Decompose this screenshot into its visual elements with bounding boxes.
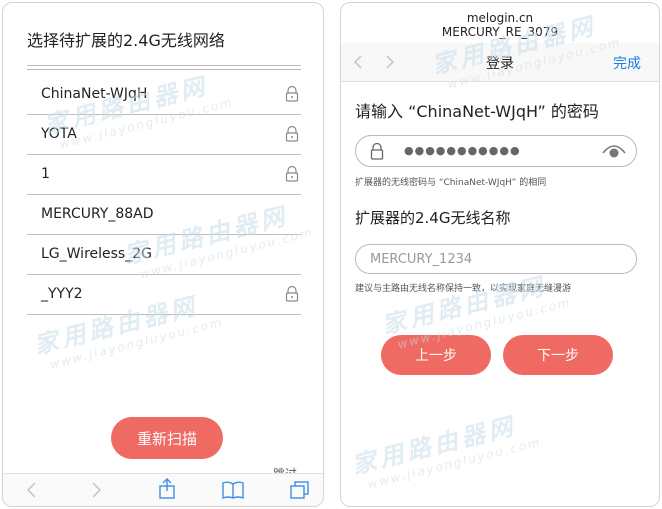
next-step-button[interactable]: 下一步	[503, 335, 613, 375]
wifi-list-screen: 选择待扩展的2.4G无线网络 ChinaNet-WJqH YOTA 1 MERCURY…	[2, 2, 324, 507]
nav-bar: 登录 完成	[341, 43, 659, 82]
eye-icon[interactable]	[602, 143, 626, 159]
wifi-network-name: 1	[41, 166, 50, 182]
lock-icon	[285, 126, 299, 142]
wifi-network-item[interactable]: 1	[27, 155, 301, 195]
wifi-network-name: _YYY2	[41, 286, 83, 302]
password-field[interactable]: ●●●●●●●●●●●	[355, 135, 637, 167]
password-screen: melogin.cn MERCURY_RE_3079 登录 完成 请输入 “Ch…	[340, 2, 660, 507]
ssid-heading: 扩展器的2.4G无线名称	[355, 209, 511, 227]
forward-arrow-icon[interactable]	[91, 481, 103, 499]
password-hint: 扩展器的无线密码与 “ChinaNet-WJqH” 的相同	[355, 178, 547, 188]
share-icon[interactable]	[157, 478, 177, 500]
wifi-network-name: LG_Wireless_2G	[41, 246, 152, 262]
lock-icon	[285, 166, 299, 182]
password-value: ●●●●●●●●●●●	[404, 144, 521, 157]
url-ssid: MERCURY_RE_3079	[441, 25, 559, 39]
browser-toolbar	[3, 473, 323, 506]
watermark: 家用路由器网 www.jiayongluyou.com	[349, 410, 543, 492]
lock-icon	[285, 86, 299, 102]
wifi-network-item[interactable]: ChinaNet-WJqH	[27, 75, 301, 115]
wifi-network-item[interactable]: YOTA	[27, 115, 301, 155]
lock-icon	[285, 286, 299, 302]
nav-title: 登录	[486, 56, 514, 72]
page-title: 选择待扩展的2.4G无线网络	[27, 31, 225, 50]
wifi-network-name: YOTA	[41, 126, 77, 142]
url-host[interactable]: melogin.cn	[341, 11, 659, 25]
wifi-network-name: ChinaNet-WJqH	[41, 86, 148, 102]
wifi-network-name: MERCURY_88AD	[41, 206, 154, 222]
password-heading: 请输入 “ChinaNet-WJqH” 的密码	[355, 102, 599, 121]
previous-step-button[interactable]: 上一步	[381, 335, 491, 375]
divider	[27, 69, 301, 70]
wifi-network-list: ChinaNet-WJqH YOTA 1 MERCURY_88AD LG_Wireles…	[27, 75, 301, 315]
wifi-network-item[interactable]: MERCURY_88AD	[27, 195, 301, 235]
lock-icon	[370, 143, 384, 160]
ssid-hint: 建议与主路由无线名称保持一致，以实现家庭无缝漫游	[355, 284, 572, 294]
bookmarks-icon[interactable]	[221, 480, 245, 500]
wifi-network-item[interactable]: _YYY2	[27, 275, 301, 315]
done-button[interactable]: 完成	[613, 53, 641, 73]
tabs-icon[interactable]	[289, 480, 311, 500]
rescan-button[interactable]: 重新扫描	[111, 417, 223, 459]
divider	[27, 65, 301, 66]
wifi-network-item[interactable]: LG_Wireless_2G	[27, 235, 301, 275]
ssid-input[interactable]	[355, 244, 637, 274]
back-arrow-icon[interactable]	[25, 481, 37, 499]
